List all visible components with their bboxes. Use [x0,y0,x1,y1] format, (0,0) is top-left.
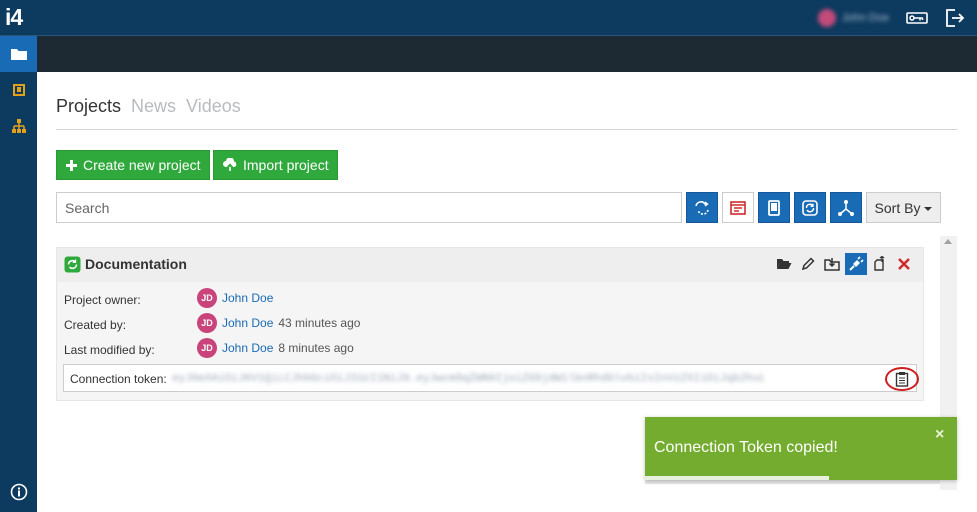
sort-by-button[interactable]: Sort By [866,192,941,223]
owner-label: Project owner: [64,293,141,307]
token-value[interactable]: eyJ0eXAiOiJKV1QiLCJhbGciOiJIUzI1NiJ9.eyJ… [172,373,764,385]
created-time: 43 minutes ago [278,316,361,330]
import-project-label: Import project [243,157,329,173]
user-avatar [818,9,836,27]
network-button[interactable] [830,192,862,223]
content-tabs: Projects News Videos [56,96,241,120]
owner-link[interactable]: John Doe [222,291,273,305]
logout-icon[interactable] [944,8,966,28]
created-by-link[interactable]: John Doe [222,316,273,330]
refresh-icon [802,199,818,216]
chevron-down-icon [924,206,933,211]
toast-message: Connection Token copied! [654,439,838,456]
delete-project-button[interactable] [893,253,915,275]
sort-by-label: Sort By [874,199,921,216]
tab-videos[interactable]: Videos [186,96,241,117]
avatar: JD [197,313,217,333]
folder-icon [10,49,27,60]
open-project-button[interactable] [773,253,795,275]
clipboard-icon [895,372,909,387]
secondary-bar [37,36,977,72]
pencil-icon [801,257,815,271]
import-project-button[interactable]: Import project [213,150,338,180]
modified-by-link[interactable]: John Doe [222,341,273,355]
token-label: Connection token: [70,372,167,386]
avatar: JD [197,288,217,308]
app-logo[interactable]: i4 [5,4,23,31]
connection-token-field: Connection token: eyJ0eXAiOiJKV1QiLCJhbG… [63,364,919,392]
edit-project-button[interactable] [797,253,819,275]
project-card[interactable]: Documentation Project owner: JD John Doe… [56,247,924,401]
sidebar-item-hierarchy[interactable] [0,108,37,144]
modified-time: 8 minutes ago [278,341,354,355]
plug-icon [849,256,864,271]
toast-progress-bar [645,476,830,480]
open-folder-icon [777,259,792,269]
sitemap-icon [11,119,26,133]
project-card-header: Documentation [57,248,923,282]
sync-button[interactable] [686,192,718,223]
export-project-button[interactable] [821,253,843,275]
tablet-view-button[interactable] [758,192,790,223]
report-button[interactable] [722,192,754,223]
sidebar [0,36,37,512]
user-menu[interactable]: John Doe [818,9,900,27]
refresh-button[interactable] [794,192,826,223]
create-project-label: Create new project [83,157,201,173]
book-icon [12,84,25,96]
owner-value: JD John Doe [197,288,273,308]
tabs-divider [56,129,957,130]
tab-projects[interactable]: Projects [56,96,121,117]
toast-notification: Connection Token copied! × [645,417,957,480]
copy-token-button[interactable] [885,367,919,391]
key-icon[interactable] [906,8,928,28]
scroll-up-arrow-icon[interactable] [944,239,952,244]
user-name: John Doe [842,12,890,24]
sync-icon [695,200,709,215]
created-value: JD John Doe 43 minutes ago [197,313,360,333]
modified-value: JD John Doe 8 minutes ago [197,338,354,358]
plus-icon [66,159,77,171]
network-icon [838,199,854,216]
export-icon [824,258,840,271]
connect-project-button[interactable] [845,253,867,275]
sidebar-item-info[interactable] [0,474,37,510]
sidebar-item-projects[interactable] [0,36,37,72]
create-project-button[interactable]: Create new project [56,150,210,180]
cloud-upload-icon [223,158,237,171]
duplicate-icon [874,256,885,271]
tablet-icon [768,199,780,216]
delete-icon [898,258,910,270]
toast-shadow [645,480,940,484]
duplicate-project-button[interactable] [869,253,891,275]
search-input[interactable] [56,192,682,223]
modified-label: Last modified by: [64,343,155,357]
avatar: JD [197,338,217,358]
project-title[interactable]: Documentation [85,256,187,272]
project-status-icon [64,256,81,273]
sidebar-item-library[interactable] [0,72,37,108]
report-icon [730,200,746,215]
top-bar: i4 John Doe [0,0,977,36]
close-icon[interactable]: × [935,426,944,444]
tab-news[interactable]: News [131,96,176,117]
created-label: Created by: [64,318,127,332]
info-icon [10,483,27,501]
